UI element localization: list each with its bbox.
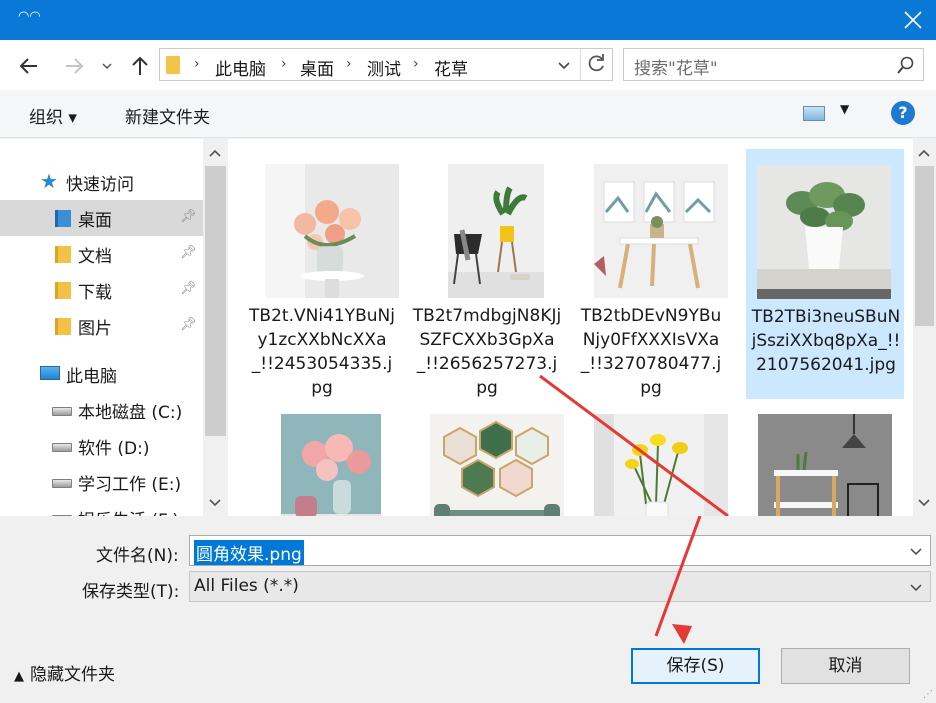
chevron-right-icon[interactable]: ›	[346, 56, 352, 72]
nav-drive-d[interactable]: 软件 (D:)	[0, 428, 203, 464]
nav-drive-c[interactable]: 本地磁盘 (C:)	[0, 392, 203, 428]
nav-label: 桌面	[78, 211, 112, 231]
search-placeholder: 搜索"花草"	[634, 59, 718, 79]
nav-label: 文档	[78, 247, 112, 267]
title-bar: ◠◠	[0, 0, 936, 40]
pictures-folder-icon	[55, 318, 71, 335]
nav-scrollbar[interactable]	[203, 139, 228, 516]
resize-grip-icon[interactable]: ⋰	[923, 689, 933, 700]
chevron-right-icon[interactable]: ›	[281, 56, 287, 72]
address-row: › 此电脑 › 桌面 › 测试 › 花草 搜索"花草"	[0, 40, 936, 90]
breadcrumb-test[interactable]: 测试	[367, 55, 401, 80]
nav-label: 此电脑	[66, 367, 117, 387]
scroll-thumb[interactable]	[915, 166, 934, 326]
app-icon: ◠◠	[18, 9, 41, 24]
downloads-folder-icon	[55, 282, 71, 299]
arrow-right-icon	[66, 58, 84, 74]
folder-icon	[166, 56, 180, 74]
refresh-button[interactable]	[580, 49, 612, 80]
pin-icon[interactable]: 📌︎	[180, 317, 197, 332]
breadcrumb-desktop[interactable]: 桌面	[300, 55, 334, 80]
scroll-up-icon[interactable]	[203, 143, 228, 163]
nav-label: 下载	[78, 283, 112, 303]
filename-input[interactable]: 圆角效果.png	[189, 535, 931, 566]
nav-this-pc[interactable]: 此电脑	[0, 356, 203, 392]
annotation-arrow	[539, 374, 729, 516]
nav-label: 学习工作 (E:)	[78, 475, 182, 495]
scroll-thumb[interactable]	[205, 166, 226, 436]
chevron-up-icon: ▲	[14, 669, 24, 684]
drive-icon	[52, 443, 72, 452]
desktop-folder-icon	[55, 210, 71, 227]
close-button[interactable]	[890, 0, 936, 40]
breadcrumb-flowers[interactable]: 花草	[434, 55, 468, 80]
nav-item-desktop[interactable]: 桌面 📌︎	[0, 200, 203, 236]
star-icon: ★	[40, 169, 58, 193]
close-icon	[904, 11, 922, 29]
address-bar[interactable]: › 此电脑 › 桌面 › 测试 › 花草	[159, 48, 613, 81]
back-button[interactable]	[17, 54, 41, 78]
chevron-down-icon	[102, 63, 112, 70]
nav-label: 软件 (D:)	[78, 439, 150, 459]
drive-icon	[52, 479, 72, 488]
nav-drive-e[interactable]: 学习工作 (E:)	[0, 464, 203, 500]
nav-label: 本地磁盘 (C:)	[78, 403, 183, 423]
computer-icon	[40, 366, 60, 380]
pin-icon[interactable]: 📌︎	[180, 245, 197, 260]
recent-locations-button[interactable]	[100, 54, 116, 78]
filetype-select[interactable]: All Files (*.*)	[189, 571, 931, 602]
filename-value: 圆角效果.png	[194, 540, 304, 565]
up-button[interactable]	[128, 54, 152, 78]
nav-label: 快速访问	[66, 175, 134, 195]
scroll-down-icon[interactable]	[913, 492, 936, 512]
chevron-down-icon[interactable]	[556, 55, 572, 75]
nav-quick-access[interactable]: ★ 快速访问	[0, 164, 203, 200]
toolbar: 组织 ▾ 新建文件夹 ▼	[0, 90, 936, 138]
drive-icon	[52, 407, 72, 416]
nav-drive-f[interactable]: 娱乐生活 (F:)	[0, 500, 203, 516]
file-list: TB2t.VNi41YBuNjy1zcXXbNcXXa_!!2453054335…	[228, 139, 913, 516]
view-options-icon[interactable]	[803, 106, 825, 121]
forward-button[interactable]	[62, 54, 86, 78]
search-input[interactable]: 搜索"花草"	[623, 48, 924, 81]
filename-label: 文件名(N):	[96, 546, 179, 566]
hide-folders-toggle[interactable]: ▲ 隐藏文件夹	[14, 660, 115, 685]
nav-item-downloads[interactable]: 下载 📌︎	[0, 272, 203, 308]
annotation-arrow	[654, 516, 702, 644]
view-menu-arrow-icon[interactable]: ▼	[840, 102, 849, 116]
nav-item-pictures[interactable]: 图片 📌︎	[0, 308, 203, 344]
breadcrumb-this-pc[interactable]: 此电脑	[215, 55, 266, 80]
scroll-up-icon[interactable]	[913, 143, 936, 163]
organize-menu[interactable]: 组织 ▾	[29, 103, 77, 128]
nav-item-documents[interactable]: 文档 📌︎	[0, 236, 203, 272]
filetype-label: 保存类型(T):	[82, 582, 180, 602]
documents-folder-icon	[55, 246, 71, 263]
search-icon[interactable]	[897, 56, 915, 74]
nav-label: 图片	[78, 319, 112, 339]
chevron-down-icon	[910, 584, 922, 592]
chevron-right-icon: ›	[194, 56, 200, 72]
scroll-down-icon[interactable]	[203, 492, 228, 512]
save-panel: 文件名(N): 圆角效果.png 保存类型(T): All Files (*.*…	[0, 516, 936, 703]
arrow-up-icon	[132, 56, 148, 75]
save-button[interactable]: 保存(S)	[631, 648, 760, 684]
new-folder-button[interactable]: 新建文件夹	[125, 103, 210, 128]
navigation-pane: ★ 快速访问 桌面 📌︎ 文档 📌︎ 下载 📌︎ 图片 📌︎ 此电脑 本地磁盘 …	[0, 139, 228, 516]
refresh-icon	[588, 54, 604, 72]
pin-icon[interactable]: 📌︎	[180, 209, 197, 224]
help-button[interactable]: ?	[891, 101, 915, 125]
hide-folders-label: 隐藏文件夹	[30, 665, 115, 685]
chevron-down-icon[interactable]	[908, 543, 924, 559]
file-scrollbar[interactable]	[913, 139, 936, 516]
arrow-left-icon	[19, 58, 37, 74]
chevron-right-icon[interactable]: ›	[413, 56, 419, 72]
filetype-value: All Files (*.*)	[194, 576, 299, 596]
nav-label: 娱乐生活 (F:)	[78, 506, 179, 516]
pin-icon[interactable]: 📌︎	[180, 281, 197, 296]
cancel-button[interactable]: 取消	[781, 648, 910, 684]
